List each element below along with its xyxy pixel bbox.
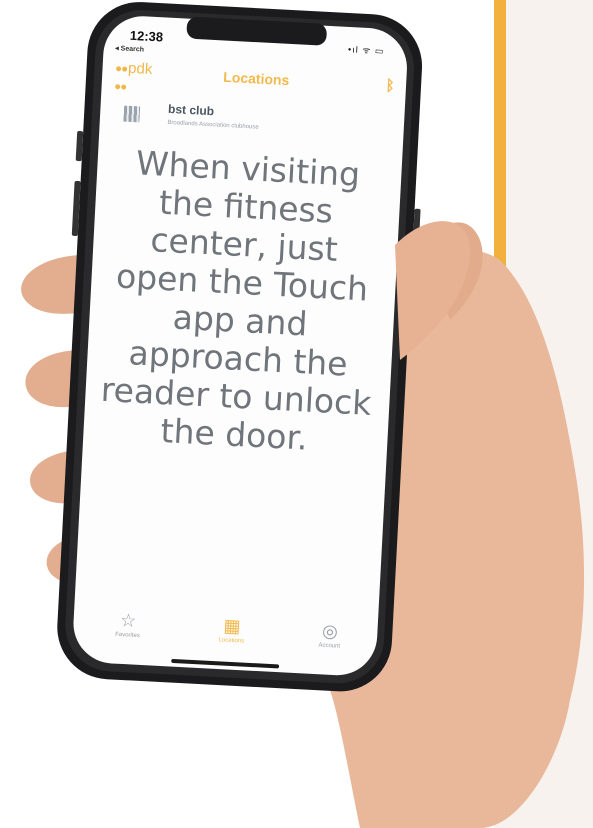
tab-label: Account bbox=[318, 642, 341, 650]
building-icon bbox=[123, 105, 141, 123]
photo-scene: 12:38 ◂ Search •ıl ᯤ ▭ pdk Locations ᛒ b… bbox=[0, 0, 593, 828]
location-subtitle: Broadlands Association clubhouse bbox=[167, 119, 259, 131]
status-time: 12:38 bbox=[129, 27, 164, 45]
phone-screen: 12:38 ◂ Search •ıl ᯤ ▭ pdk Locations ᛒ b… bbox=[73, 15, 411, 670]
status-icons: •ıl ᯤ ▭ bbox=[347, 44, 385, 57]
instruction-message: When visiting the fitness center, just o… bbox=[99, 143, 373, 458]
tab-locations[interactable]: ▦ Locations bbox=[196, 614, 267, 646]
building-icon: ▦ bbox=[223, 615, 242, 637]
tab-bar: ☆ Favorites ▦ Locations ◎ Account bbox=[84, 608, 371, 663]
back-to-search-link[interactable]: ◂ Search bbox=[115, 44, 144, 53]
star-icon: ☆ bbox=[119, 610, 137, 631]
location-name: bst club bbox=[167, 101, 215, 119]
page-title: Locations bbox=[222, 68, 290, 89]
tab-account[interactable]: ◎ Account bbox=[294, 619, 365, 651]
bluetooth-icon[interactable]: ᛒ bbox=[385, 77, 395, 94]
tab-label: Favorites bbox=[115, 631, 140, 640]
account-icon: ◎ bbox=[321, 620, 339, 642]
tab-label: Locations bbox=[218, 637, 245, 645]
tab-favorites[interactable]: ☆ Favorites bbox=[92, 609, 163, 641]
